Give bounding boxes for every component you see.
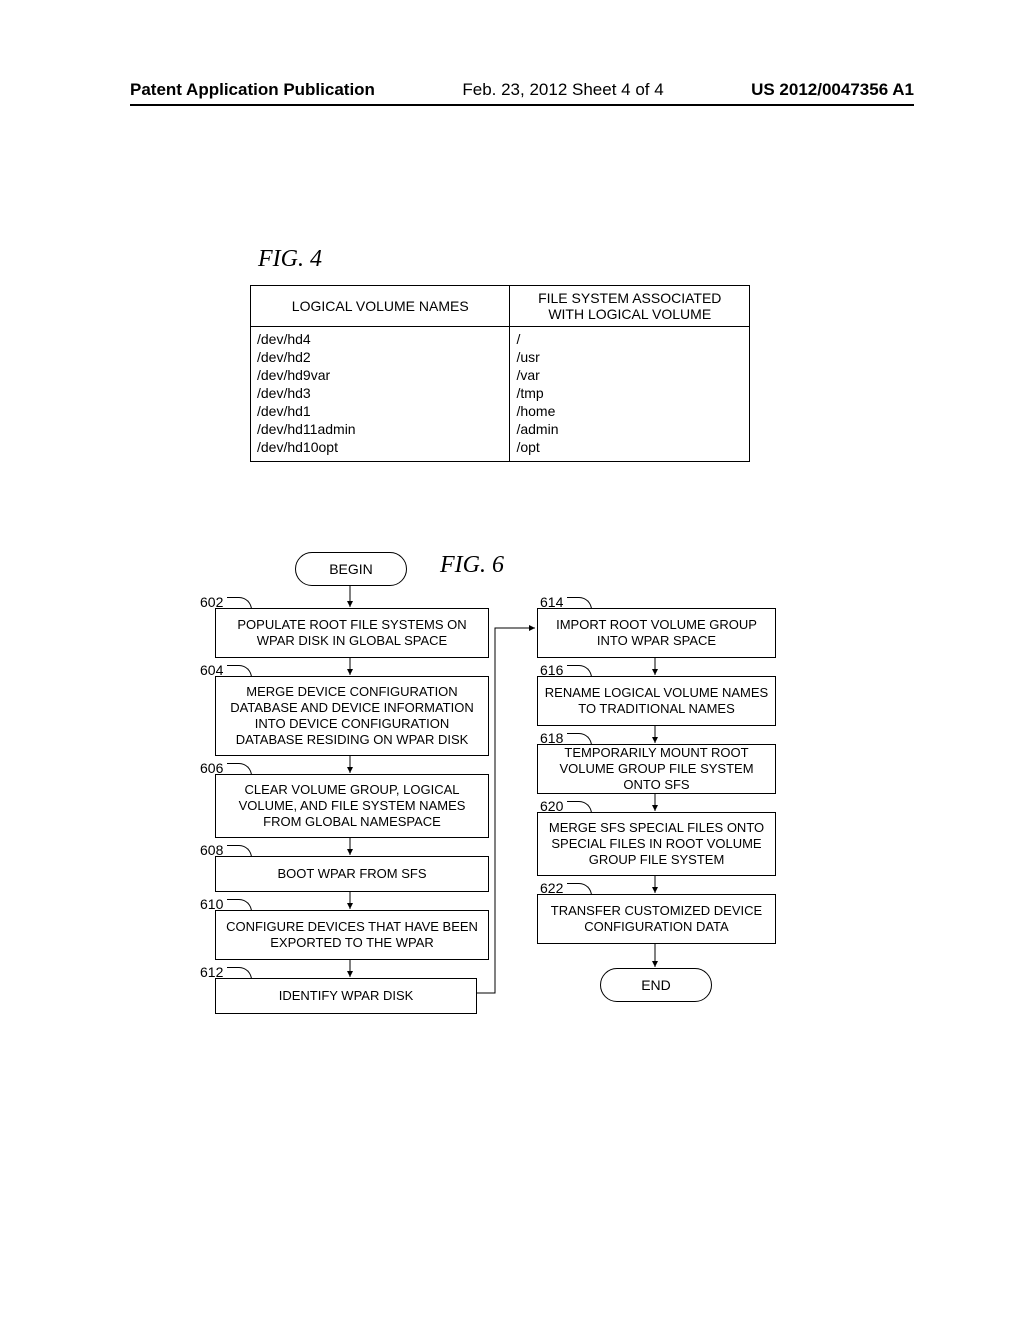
cell-fs: /var — [510, 366, 750, 384]
step-604: MERGE DEVICE CONFIGURATION DATABASE AND … — [215, 676, 489, 756]
step-608: BOOT WPAR FROM SFS — [215, 856, 489, 892]
table-row: /dev/hd9var/var — [251, 366, 750, 384]
col-header-lv: LOGICAL VOLUME NAMES — [251, 286, 510, 327]
page-header: Patent Application Publication Feb. 23, … — [130, 80, 914, 106]
step-602: POPULATE ROOT FILE SYSTEMS ON WPAR DISK … — [215, 608, 489, 658]
header-center: Feb. 23, 2012 Sheet 4 of 4 — [462, 80, 663, 100]
step-618: TEMPORARILY MOUNT ROOT VOLUME GROUP FILE… — [537, 744, 776, 794]
cell-lv: /dev/hd11admin — [251, 420, 510, 438]
figure-6: FIG. 6 — [170, 552, 914, 1172]
page: Patent Application Publication Feb. 23, … — [0, 0, 1024, 1212]
cell-lv: /dev/hd10opt — [251, 438, 510, 462]
cell-fs: /tmp — [510, 384, 750, 402]
cell-lv: /dev/hd3 — [251, 384, 510, 402]
cell-fs: /opt — [510, 438, 750, 462]
table-row: /dev/hd11admin/admin — [251, 420, 750, 438]
table-row: /dev/hd1/home — [251, 402, 750, 420]
step-620: MERGE SFS SPECIAL FILES ONTO SPECIAL FIL… — [537, 812, 776, 876]
cell-lv: /dev/hd4 — [251, 327, 510, 349]
cell-fs: / — [510, 327, 750, 349]
table-row: /dev/hd4/ — [251, 327, 750, 349]
terminator-end: END — [600, 968, 712, 1002]
table-row: /dev/hd3/tmp — [251, 384, 750, 402]
cell-fs: /home — [510, 402, 750, 420]
cell-lv: /dev/hd9var — [251, 366, 510, 384]
step-606: CLEAR VOLUME GROUP, LOGICAL VOLUME, AND … — [215, 774, 489, 838]
step-614: IMPORT ROOT VOLUME GROUP INTO WPAR SPACE — [537, 608, 776, 658]
fig4-table: LOGICAL VOLUME NAMES FILE SYSTEM ASSOCIA… — [250, 285, 750, 462]
fig4-label: FIG. 4 — [258, 246, 914, 273]
table-row: /dev/hd10opt/opt — [251, 438, 750, 462]
fig6-label: FIG. 6 — [440, 552, 504, 579]
step-616: RENAME LOGICAL VOLUME NAMES TO TRADITION… — [537, 676, 776, 726]
header-right: US 2012/0047356 A1 — [751, 80, 914, 100]
cell-lv: /dev/hd2 — [251, 348, 510, 366]
step-610: CONFIGURE DEVICES THAT HAVE BEEN EXPORTE… — [215, 910, 489, 960]
table-row: /dev/hd2/usr — [251, 348, 750, 366]
cell-fs: /usr — [510, 348, 750, 366]
step-622: TRANSFER CUSTOMIZED DEVICE CONFIGURATION… — [537, 894, 776, 944]
table-header-row: LOGICAL VOLUME NAMES FILE SYSTEM ASSOCIA… — [251, 286, 750, 327]
terminator-begin: BEGIN — [295, 552, 407, 586]
col-header-fs: FILE SYSTEM ASSOCIATED WITH LOGICAL VOLU… — [510, 286, 750, 327]
header-left: Patent Application Publication — [130, 80, 375, 100]
step-612: IDENTIFY WPAR DISK — [215, 978, 477, 1014]
cell-lv: /dev/hd1 — [251, 402, 510, 420]
cell-fs: /admin — [510, 420, 750, 438]
figure-4: FIG. 4 LOGICAL VOLUME NAMES FILE SYSTEM … — [250, 246, 914, 462]
